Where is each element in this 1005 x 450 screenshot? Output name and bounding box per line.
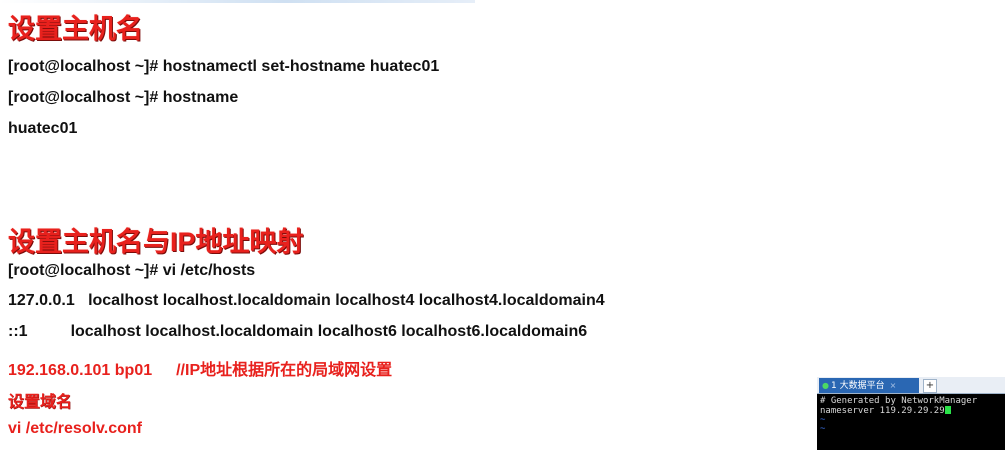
hosts-mapping-comment: //IP地址根据所在的局域网设置 bbox=[176, 362, 393, 379]
subheading-set-domain: 设置域名 bbox=[8, 394, 73, 411]
terminal-tab-bar: ● 1 大数据平台 × + bbox=[817, 377, 1005, 394]
new-tab-button[interactable]: + bbox=[923, 379, 937, 393]
command-line-vi-hosts: [root@localhost ~]# vi /etc/hosts bbox=[8, 262, 256, 279]
command-line-vi-resolv: vi /etc/resolv.conf bbox=[8, 420, 142, 437]
top-divider bbox=[0, 0, 475, 3]
hosts-line-ipv4: 127.0.0.1 localhost localhost.localdomai… bbox=[8, 292, 605, 309]
terminal-tab-label: 1 大数据平台 bbox=[830, 381, 885, 391]
terminal-tab-active[interactable]: ● 1 大数据平台 × bbox=[819, 378, 919, 393]
heading-set-hostname: 设置主机名 bbox=[8, 14, 143, 44]
terminal-line-nameserver: nameserver 119.29.29.29 bbox=[820, 406, 1005, 416]
hosts-mapping-entry: 192.168.0.101 bp01 bbox=[8, 362, 153, 379]
terminal-nameserver-text: nameserver 119.29.29.29 bbox=[820, 406, 945, 416]
heading-hostname-ip-mapping: 设置主机名与IP地址映射 bbox=[8, 227, 304, 257]
close-icon[interactable]: × bbox=[890, 381, 897, 390]
terminal-screenshot: ● 1 大数据平台 × + # Generated by NetworkManage… bbox=[817, 377, 1005, 450]
terminal-line-comment: # Generated by NetworkManager bbox=[820, 396, 978, 406]
terminal-empty-line: ~ bbox=[820, 415, 826, 425]
status-dot-icon: ● bbox=[822, 381, 829, 390]
terminal-empty-line: ~ bbox=[820, 424, 826, 434]
terminal-body[interactable]: # Generated by NetworkManager nameserver … bbox=[817, 394, 1005, 434]
hosts-line-ipv6-names: localhost localhost.localdomain localhos… bbox=[70, 323, 588, 340]
command-line-hostname: [root@localhost ~]# hostname bbox=[8, 89, 239, 106]
output-line-hostname: huatec01 bbox=[8, 120, 78, 137]
hosts-line-ipv6: ::1 localhost localhost.localdomain local… bbox=[8, 323, 587, 341]
terminal-cursor bbox=[944, 406, 951, 414]
command-line-hostnamectl: [root@localhost ~]# hostnamectl set-host… bbox=[8, 58, 440, 75]
hosts-line-ipv6-address: ::1 bbox=[8, 323, 28, 340]
hosts-mapping-line: 192.168.0.101 bp01 //IP地址根据所在的局域网设置 bbox=[8, 356, 392, 380]
